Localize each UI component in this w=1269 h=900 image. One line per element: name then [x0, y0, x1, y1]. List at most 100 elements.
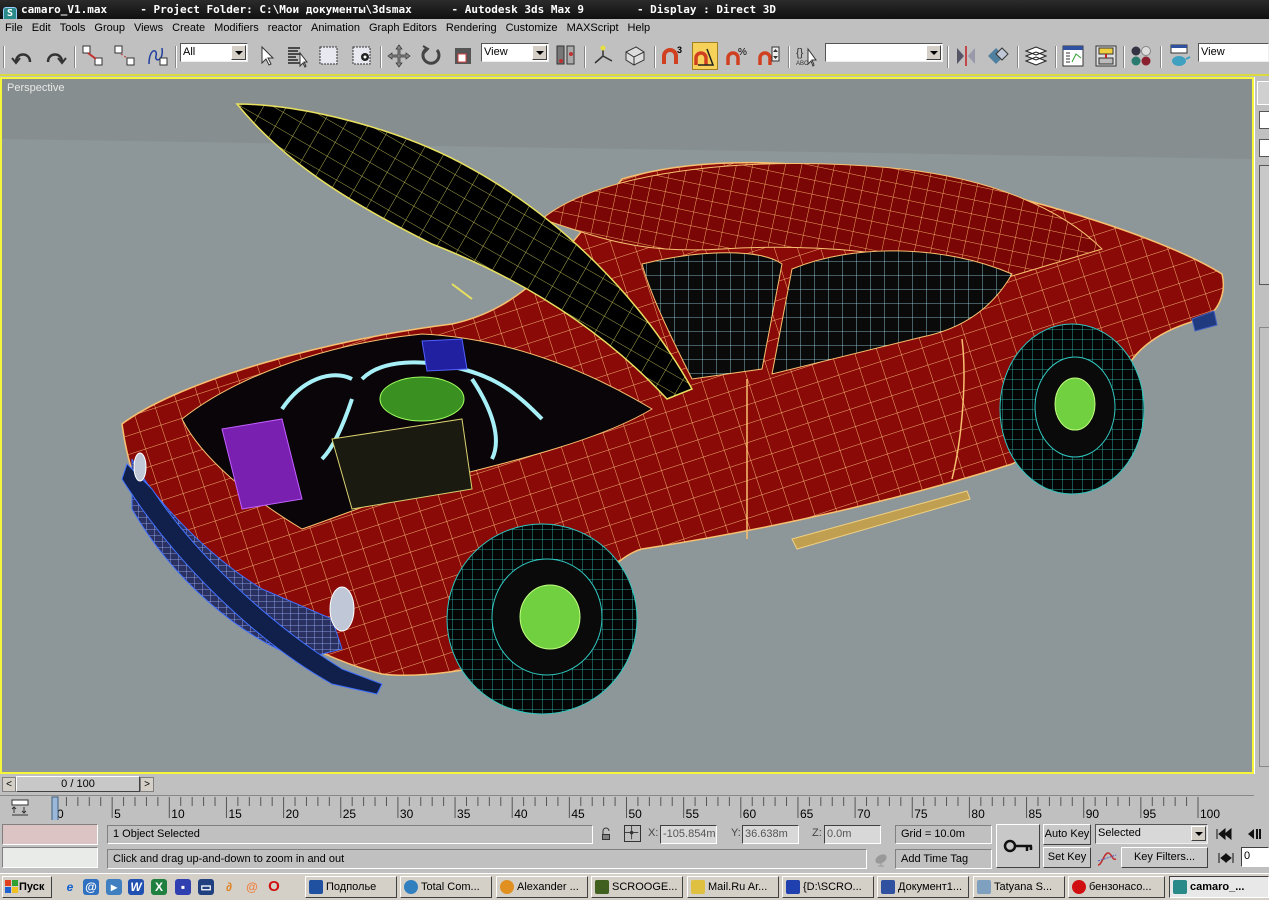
use-pivot-center-button[interactable] — [553, 42, 579, 70]
menu-reactor[interactable]: reactor — [263, 19, 306, 37]
monitor-icon[interactable]: ▭ — [198, 879, 214, 895]
selection-lock-toggle[interactable] — [600, 827, 612, 842]
key-mode-dropdown[interactable]: Selected — [1095, 824, 1208, 844]
previous-frame-button[interactable]: < — [2, 777, 16, 792]
maxscript-listener-mini-2[interactable] — [2, 847, 98, 868]
layer-manager-button[interactable] — [1023, 42, 1049, 70]
next-frame-button[interactable]: > — [140, 777, 154, 792]
key-filters-button[interactable]: Key Filters... — [1121, 847, 1208, 868]
curve-editor-button[interactable] — [1060, 42, 1086, 70]
time-slider-thumb[interactable]: 0 / 100 — [16, 776, 140, 792]
absolute-mode-transform-toggle[interactable] — [624, 825, 641, 842]
previous-frame-play-button[interactable] — [1246, 828, 1264, 840]
mirror-button[interactable] — [953, 42, 979, 70]
mini-curve-editor-toggle[interactable] — [11, 799, 29, 816]
toolbar-grip[interactable] — [3, 46, 5, 68]
reference-coordinate-system-dropdown[interactable]: View — [481, 43, 549, 62]
undo-button[interactable] — [10, 42, 36, 70]
menu-maxscript[interactable]: MAXScript — [562, 19, 623, 37]
menu-create[interactable]: Create — [167, 19, 209, 37]
time-tag-icon-button[interactable] — [873, 852, 889, 868]
taskbar-item-total-commander[interactable]: Total Com... — [400, 876, 492, 898]
taskbar-item-scrooge[interactable]: SCROOGE... — [591, 876, 683, 898]
render-type-dropdown[interactable]: View — [1198, 43, 1269, 62]
panel-list[interactable] — [1259, 165, 1269, 285]
taskbar-item-camaro-3dsmax[interactable]: camaro_... — [1169, 876, 1269, 898]
menu-tools[interactable]: Tools — [55, 19, 90, 37]
percent-snap-toggle-button[interactable]: % — [724, 42, 750, 70]
bind-space-warp-button[interactable] — [145, 42, 171, 70]
align-button[interactable] — [985, 42, 1011, 70]
menu-graph-editors[interactable]: Graph Editors — [364, 19, 441, 37]
keyboard-shortcut-override-button[interactable] — [622, 42, 648, 70]
z-coordinate-field[interactable]: 0.0m — [824, 825, 881, 844]
panel-field[interactable] — [1259, 111, 1269, 129]
edit-named-selection-sets-button[interactable]: {} ABC — [794, 42, 820, 70]
panel-field[interactable] — [1259, 139, 1269, 157]
window-crossing-button[interactable] — [349, 42, 375, 70]
select-and-scale-button[interactable] — [450, 42, 476, 70]
icq-link-icon[interactable]: ∂ — [221, 879, 237, 895]
select-and-rotate-button[interactable] — [418, 42, 444, 70]
menu-group[interactable]: Group — [89, 19, 129, 37]
excel-icon[interactable]: X — [151, 879, 167, 895]
headlight — [329, 586, 355, 632]
select-and-move-button[interactable] — [386, 42, 412, 70]
spinner-snap-toggle-button[interactable] — [756, 42, 782, 70]
select-and-manipulate-button[interactable] — [590, 42, 616, 70]
x-coordinate-field[interactable]: -105.854m — [660, 825, 717, 844]
menu-file[interactable]: File — [0, 19, 27, 37]
key-mode-toggle[interactable] — [1218, 852, 1234, 864]
internet-explorer-icon[interactable]: e — [62, 879, 78, 895]
menu-customize[interactable]: Customize — [501, 19, 562, 37]
taskbar-item-mail-ru-agent[interactable]: Mail.Ru Ar... — [687, 876, 779, 898]
selection-filter-dropdown[interactable]: All — [180, 43, 248, 62]
menu-views[interactable]: Views — [129, 19, 167, 37]
named-selection-sets-dropdown[interactable] — [825, 43, 943, 62]
taskbar-item-tatyana[interactable]: Tatyana S... — [973, 876, 1065, 898]
menu-help[interactable]: Help — [623, 19, 655, 37]
perspective-viewport[interactable]: Perspective — [0, 77, 1254, 774]
default-tangents-button[interactable] — [1096, 849, 1118, 869]
y-coordinate-field[interactable]: 36.638m — [742, 825, 799, 844]
create-tab[interactable] — [1257, 81, 1269, 105]
select-object-button[interactable] — [254, 42, 280, 70]
render-scene-button[interactable] — [1166, 42, 1192, 70]
menu-modifiers[interactable]: Modifiers — [209, 19, 263, 37]
menu-edit[interactable]: Edit — [27, 19, 55, 37]
auto-key-button[interactable]: Auto Key — [1043, 824, 1091, 845]
current-frame-marker[interactable] — [51, 796, 59, 821]
add-time-tag-button[interactable]: Add Time Tag — [895, 849, 992, 869]
taskbar-item-document1[interactable]: Документ1... — [877, 876, 969, 898]
opera-icon[interactable]: O — [266, 879, 282, 895]
track-bar[interactable]: 0 5 10 15 20 25 30 35 40 45 50 55 60 65 70 75 80 85 90 95 10… — [0, 795, 1254, 821]
set-key-button[interactable]: Set Key — [1043, 847, 1091, 868]
show-desktop-icon[interactable]: ▸ — [106, 879, 122, 895]
select-by-name-button[interactable] — [285, 42, 311, 70]
taskbar-item-d-scrooge[interactable]: {D:\SCRO... — [782, 876, 874, 898]
redo-button[interactable] — [42, 42, 68, 70]
select-and-link-button[interactable] — [80, 42, 106, 70]
maxscript-listener-mini-1[interactable] — [2, 824, 98, 845]
mail-ru-agent-icon[interactable]: @ — [244, 879, 260, 895]
start-button[interactable]: Пуск — [2, 876, 52, 898]
save-disk-icon[interactable]: ▪ — [175, 879, 191, 895]
schematic-view-button[interactable] — [1093, 42, 1119, 70]
unlink-selection-button[interactable] — [112, 42, 138, 70]
menu-animation[interactable]: Animation — [306, 19, 364, 37]
taskbar-item-podpolye[interactable]: Подполье — [305, 876, 397, 898]
current-frame-field[interactable]: 0 — [1241, 847, 1269, 867]
material-editor-button[interactable] — [1128, 42, 1154, 70]
rectangular-selection-button[interactable] — [316, 42, 342, 70]
set-key-mode-button[interactable] — [996, 824, 1040, 868]
outlook-express-icon[interactable]: @ — [83, 879, 99, 895]
angle-snap-toggle-button[interactable] — [692, 42, 718, 70]
taskbar-item-alexander[interactable]: Alexander ... — [496, 876, 588, 898]
viewport-label[interactable]: Perspective — [7, 82, 64, 94]
y-label: Y: — [731, 827, 741, 839]
menu-rendering[interactable]: Rendering — [441, 19, 501, 37]
taskbar-item-benzonasos-opera[interactable]: бензонасо... — [1068, 876, 1165, 898]
word-icon[interactable]: W — [128, 879, 144, 895]
snaps-toggle-button[interactable]: 3 — [660, 42, 686, 70]
go-to-start-button[interactable] — [1216, 827, 1234, 841]
